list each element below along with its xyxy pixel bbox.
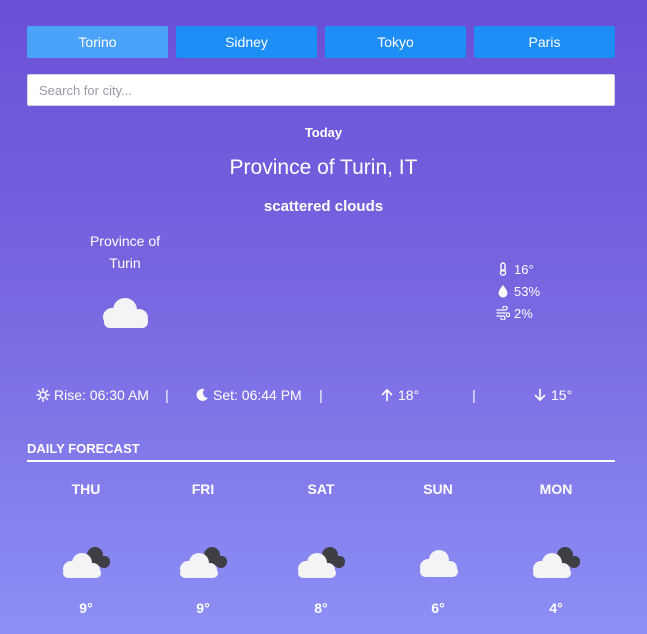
high-temp-value: 18° <box>398 387 420 403</box>
forecast-day-name: SAT <box>307 481 335 497</box>
cloud-dark-icon <box>180 547 227 578</box>
weather-stats: 16° 53% 2% <box>496 258 540 324</box>
wind-icon <box>496 306 510 320</box>
forecast-day-temp: 6° <box>431 600 445 616</box>
temperature-stat: 16° <box>496 258 540 280</box>
daily-forecast-title: DAILY FORECAST <box>27 441 615 462</box>
low-temp: 15° <box>533 385 572 405</box>
arrow-down-icon <box>534 388 546 401</box>
separator: | <box>165 387 169 403</box>
city-tab-torino[interactable]: Torino <box>27 26 168 58</box>
weather-description: scattered clouds <box>263 198 384 215</box>
forecast-day-name: MON <box>539 481 573 497</box>
city-tab-sidney[interactable]: Sidney <box>176 26 317 58</box>
search-input[interactable] <box>27 74 615 106</box>
low-temp-value: 15° <box>551 387 573 403</box>
sun-temp-row: Rise: 06:30 AM | Set: 06:44 PM | 18° | 1… <box>0 385 647 405</box>
wind-value: 2% <box>514 305 533 321</box>
separator: | <box>319 387 323 403</box>
cloud-dark-icon <box>63 547 110 578</box>
humidity-value: 53% <box>514 283 541 299</box>
forecast-day-temp: 8° <box>314 600 328 616</box>
sunrise-time: Rise: 06:30 AM <box>54 387 149 403</box>
city-tab-tokyo[interactable]: Tokyo <box>325 26 466 58</box>
city-tab-paris[interactable]: Paris <box>474 26 615 58</box>
location-name: Province of Turin <box>89 233 161 271</box>
forecast-day-name: FRI <box>191 481 215 497</box>
forecast-day-name: SUN <box>423 481 453 497</box>
forecast-day-temp: 9° <box>196 600 210 616</box>
forecast-day: MON 4° <box>516 480 596 616</box>
forecast-day: FRI 9° <box>163 480 243 616</box>
sunset: Set: 06:44 PM <box>195 385 302 405</box>
temperature-value: 16° <box>514 261 534 277</box>
arrow-up-icon <box>381 389 393 402</box>
forecast-day: THU 9° <box>46 480 126 616</box>
location-title: Province of Turin, IT <box>229 156 418 179</box>
wind-stat: 2% <box>496 302 540 324</box>
forecast-day-temp: 4° <box>549 600 563 616</box>
forecast-day-temp: 9° <box>79 600 93 616</box>
today-label: Today <box>304 125 343 140</box>
droplet-icon <box>498 285 508 298</box>
moon-icon <box>196 388 208 401</box>
cloud-icon <box>103 298 148 328</box>
thermometer-icon <box>499 262 507 276</box>
forecast-day-name: THU <box>71 481 101 497</box>
forecast-day: SAT 8° <box>281 480 361 616</box>
cloud-dark-icon <box>533 547 580 578</box>
sun-icon <box>36 388 50 402</box>
humidity-stat: 53% <box>496 280 540 302</box>
cloud-icon <box>420 550 458 577</box>
sunrise: Rise: 06:30 AM <box>36 385 149 405</box>
forecast-day: SUN 6° <box>398 480 478 616</box>
cloud-dark-icon <box>298 547 345 578</box>
city-tabs: Torino Sidney Tokyo Paris <box>27 26 615 58</box>
sunset-time: Set: 06:44 PM <box>213 387 302 403</box>
separator: | <box>472 387 476 403</box>
high-temp: 18° <box>380 385 419 405</box>
